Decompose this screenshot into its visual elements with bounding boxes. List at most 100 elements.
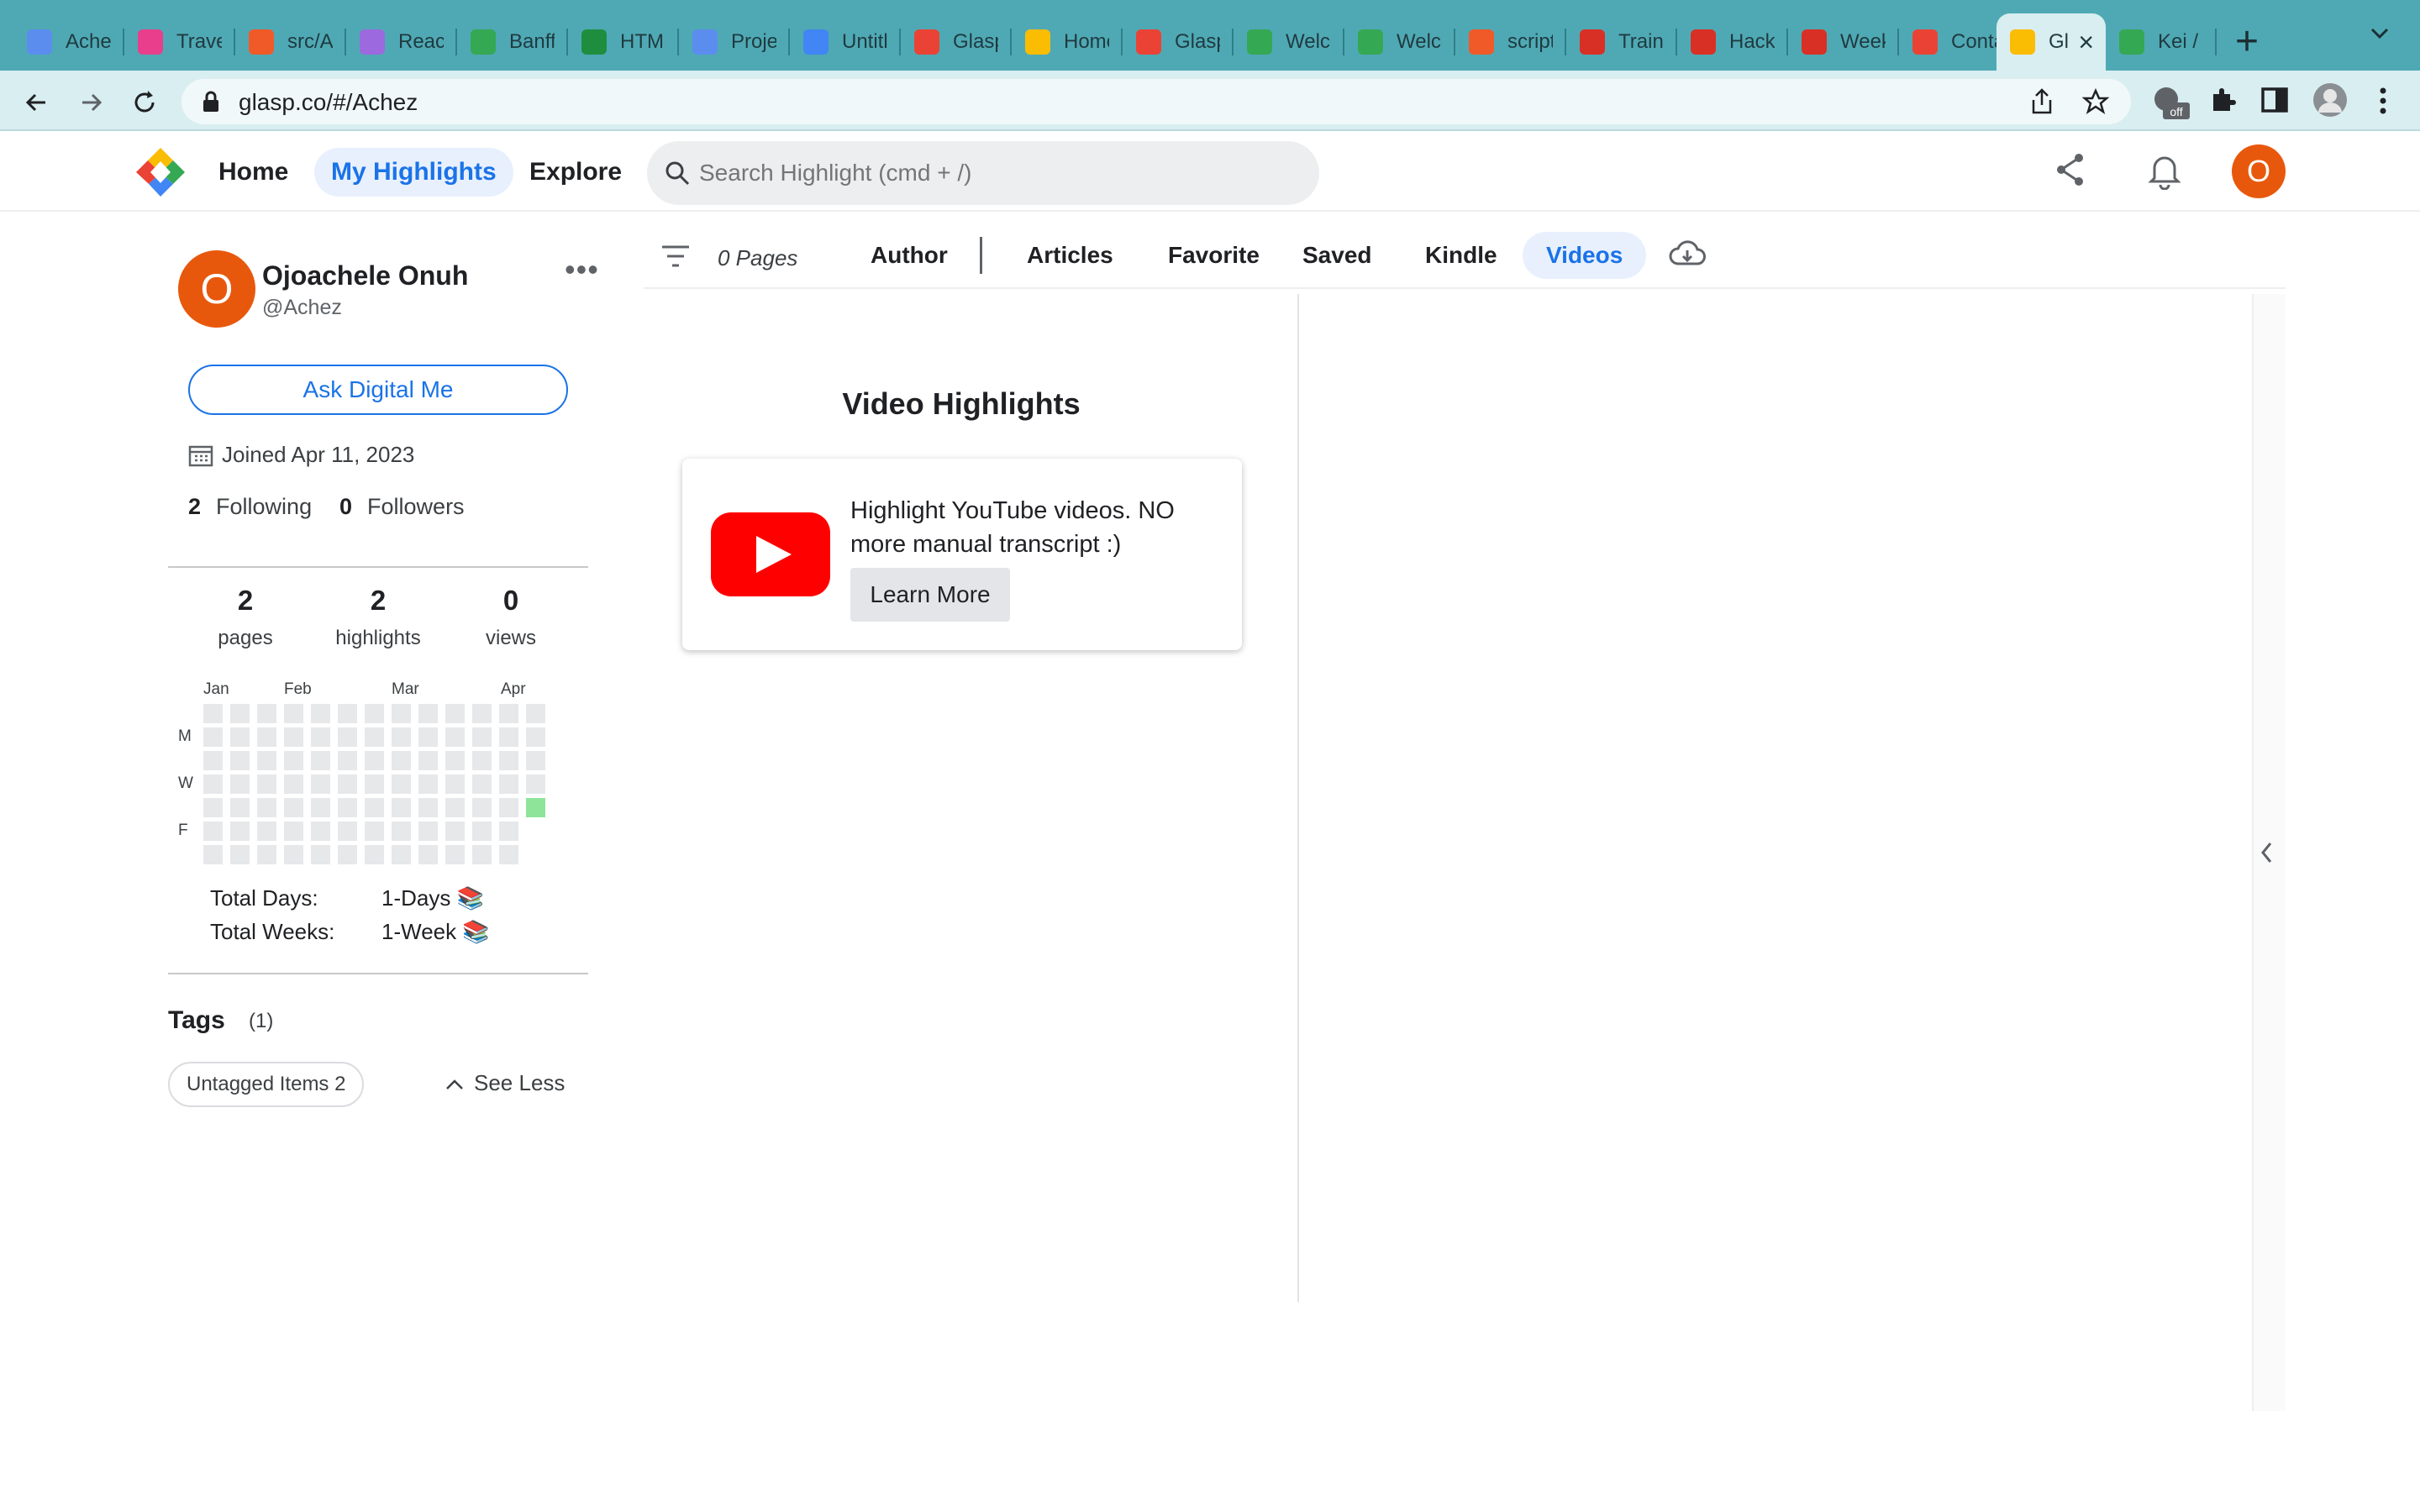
heatmap-cell (418, 845, 438, 864)
tab-favicon-icon (471, 29, 496, 55)
tab-videos[interactable]: Videos (1523, 232, 1647, 279)
tab-author[interactable]: Author (847, 232, 971, 279)
browser-tab[interactable]: src/App (235, 13, 346, 71)
heatmap-cell (445, 727, 465, 747)
ask-digital-me-button[interactable]: Ask Digital Me (188, 365, 568, 415)
new-tab-button[interactable]: + (2235, 18, 2259, 66)
stat-value: 2 (237, 585, 254, 616)
tab-separator (2215, 29, 2217, 55)
filter-icon[interactable] (660, 244, 691, 273)
browser-menu-icon[interactable] (2378, 86, 2388, 120)
tab-kindle[interactable]: Kindle (1402, 232, 1521, 279)
browser-tab[interactable]: HTML (568, 13, 679, 71)
forward-arrow-icon[interactable] (74, 86, 108, 119)
total-days-value: 1-Days 📚 (381, 885, 484, 911)
heatmap-cell (257, 774, 276, 794)
following-count: 2 (188, 494, 202, 519)
heatmap-cell (311, 845, 330, 864)
learn-more-button[interactable]: Learn More (850, 568, 1010, 622)
tab-favicon-icon (1912, 29, 1938, 55)
browser-tab[interactable]: Glasp (901, 13, 1012, 71)
following-link[interactable]: 2 Following (188, 494, 312, 520)
more-options-icon[interactable]: ••• (565, 252, 599, 287)
back-arrow-icon[interactable] (20, 86, 54, 119)
side-panel-icon[interactable] (2260, 86, 2289, 118)
close-tab-icon[interactable]: × (2078, 25, 2094, 59)
browser-tab-bar: Acher Travel src/App React Banff HTML Project U… (0, 0, 2420, 71)
heatmap-cell (418, 774, 438, 794)
youtube-logo-icon (709, 511, 832, 602)
nav-explore[interactable]: Explore (513, 148, 639, 197)
browser-tab[interactable]: Project (679, 13, 790, 71)
browser-tab[interactable]: Glasp (1123, 13, 1234, 71)
browser-tab[interactable]: Glasp × (1996, 13, 2106, 71)
heatmap-cell (230, 704, 250, 723)
heatmap-cell (392, 798, 411, 817)
search-box[interactable] (647, 141, 1319, 205)
app-header: Home My Highlights Explore O (0, 133, 2420, 212)
nav-home[interactable]: Home (202, 148, 305, 197)
browser-tab[interactable]: Untitled (790, 13, 901, 71)
browser-tab[interactable]: Week (1788, 13, 1899, 71)
youtube-promo-card: Highlight YouTube videos. NO more manual… (682, 459, 1242, 650)
browser-tab[interactable]: Acher (13, 13, 124, 71)
tab-favicon-icon (360, 29, 385, 55)
heatmap-cell (472, 727, 492, 747)
tag-chip-untagged[interactable]: Untagged Items 2 (168, 1062, 365, 1107)
heatmap-cell (203, 774, 223, 794)
chevron-left-icon[interactable] (2259, 840, 2275, 869)
heatmap-cell (392, 774, 411, 794)
heatmap-cell (418, 751, 438, 770)
search-input[interactable] (699, 141, 1304, 205)
tab-title: Untitled (842, 30, 887, 53)
profile-divider (168, 566, 588, 568)
share-page-icon[interactable] (2030, 88, 2054, 119)
tab-search-chevron-icon[interactable] (2370, 27, 2390, 45)
browser-tab[interactable]: Kei / (2106, 13, 2217, 71)
glasp-logo-icon[interactable] (134, 146, 187, 202)
tab-title: Home (1064, 30, 1109, 53)
notification-bell-icon[interactable] (2148, 151, 2181, 194)
followers-link[interactable]: 0 Followers (339, 494, 465, 520)
tab-favicon-icon (2119, 29, 2144, 55)
browser-tab[interactable]: Home (1012, 13, 1123, 71)
browser-tab[interactable]: Welcome (1234, 13, 1344, 71)
heatmap-cell (365, 704, 384, 723)
browser-tab[interactable]: Hack (1677, 13, 1788, 71)
address-bar[interactable]: glasp.co/#/Achez (182, 79, 2131, 124)
heatmap-cell (257, 727, 276, 747)
share-icon[interactable] (2054, 151, 2087, 192)
browser-tab[interactable]: Travel (124, 13, 235, 71)
tab-title: Welcome (1286, 30, 1331, 53)
total-weeks: Total Weeks: 1-Week 📚 (210, 919, 490, 945)
browser-tab[interactable]: Contact (1899, 13, 2010, 71)
reload-icon[interactable] (128, 86, 161, 119)
see-less-button[interactable]: See Less (445, 1070, 565, 1096)
heatmap-cell (392, 727, 411, 747)
cloud-download-icon[interactable] (1669, 239, 1706, 273)
browser-tab[interactable]: Train (1566, 13, 1677, 71)
heatmap-cell (230, 774, 250, 794)
heatmap-cell (499, 822, 518, 841)
heatmap-cell (418, 727, 438, 747)
tags-divider (168, 973, 588, 974)
bookmark-star-icon[interactable] (2081, 87, 2110, 119)
tab-saved[interactable]: Saved (1279, 232, 1396, 279)
heatmap-cell (472, 798, 492, 817)
extension-off-icon[interactable]: off (2151, 84, 2190, 125)
user-avatar[interactable]: O (2232, 144, 2286, 198)
nav-my-highlights[interactable]: My Highlights (314, 148, 513, 197)
tab-articles[interactable]: Articles (1003, 232, 1137, 279)
tab-title: Acher (66, 30, 111, 53)
total-days-label: Total Days: (210, 885, 318, 911)
heatmap-cell (526, 727, 545, 747)
browser-tab[interactable]: Banff (457, 13, 568, 71)
tab-favorite[interactable]: Favorite (1144, 232, 1283, 279)
tab-title: Travel (176, 30, 222, 53)
browser-tab[interactable]: Welcome (1344, 13, 1455, 71)
browser-tab[interactable]: script (1455, 13, 1566, 71)
browser-tab[interactable]: React (346, 13, 457, 71)
tags-count: (1) (249, 1010, 274, 1032)
profile-avatar-icon[interactable] (2312, 82, 2348, 122)
extensions-puzzle-icon[interactable] (2208, 86, 2237, 118)
